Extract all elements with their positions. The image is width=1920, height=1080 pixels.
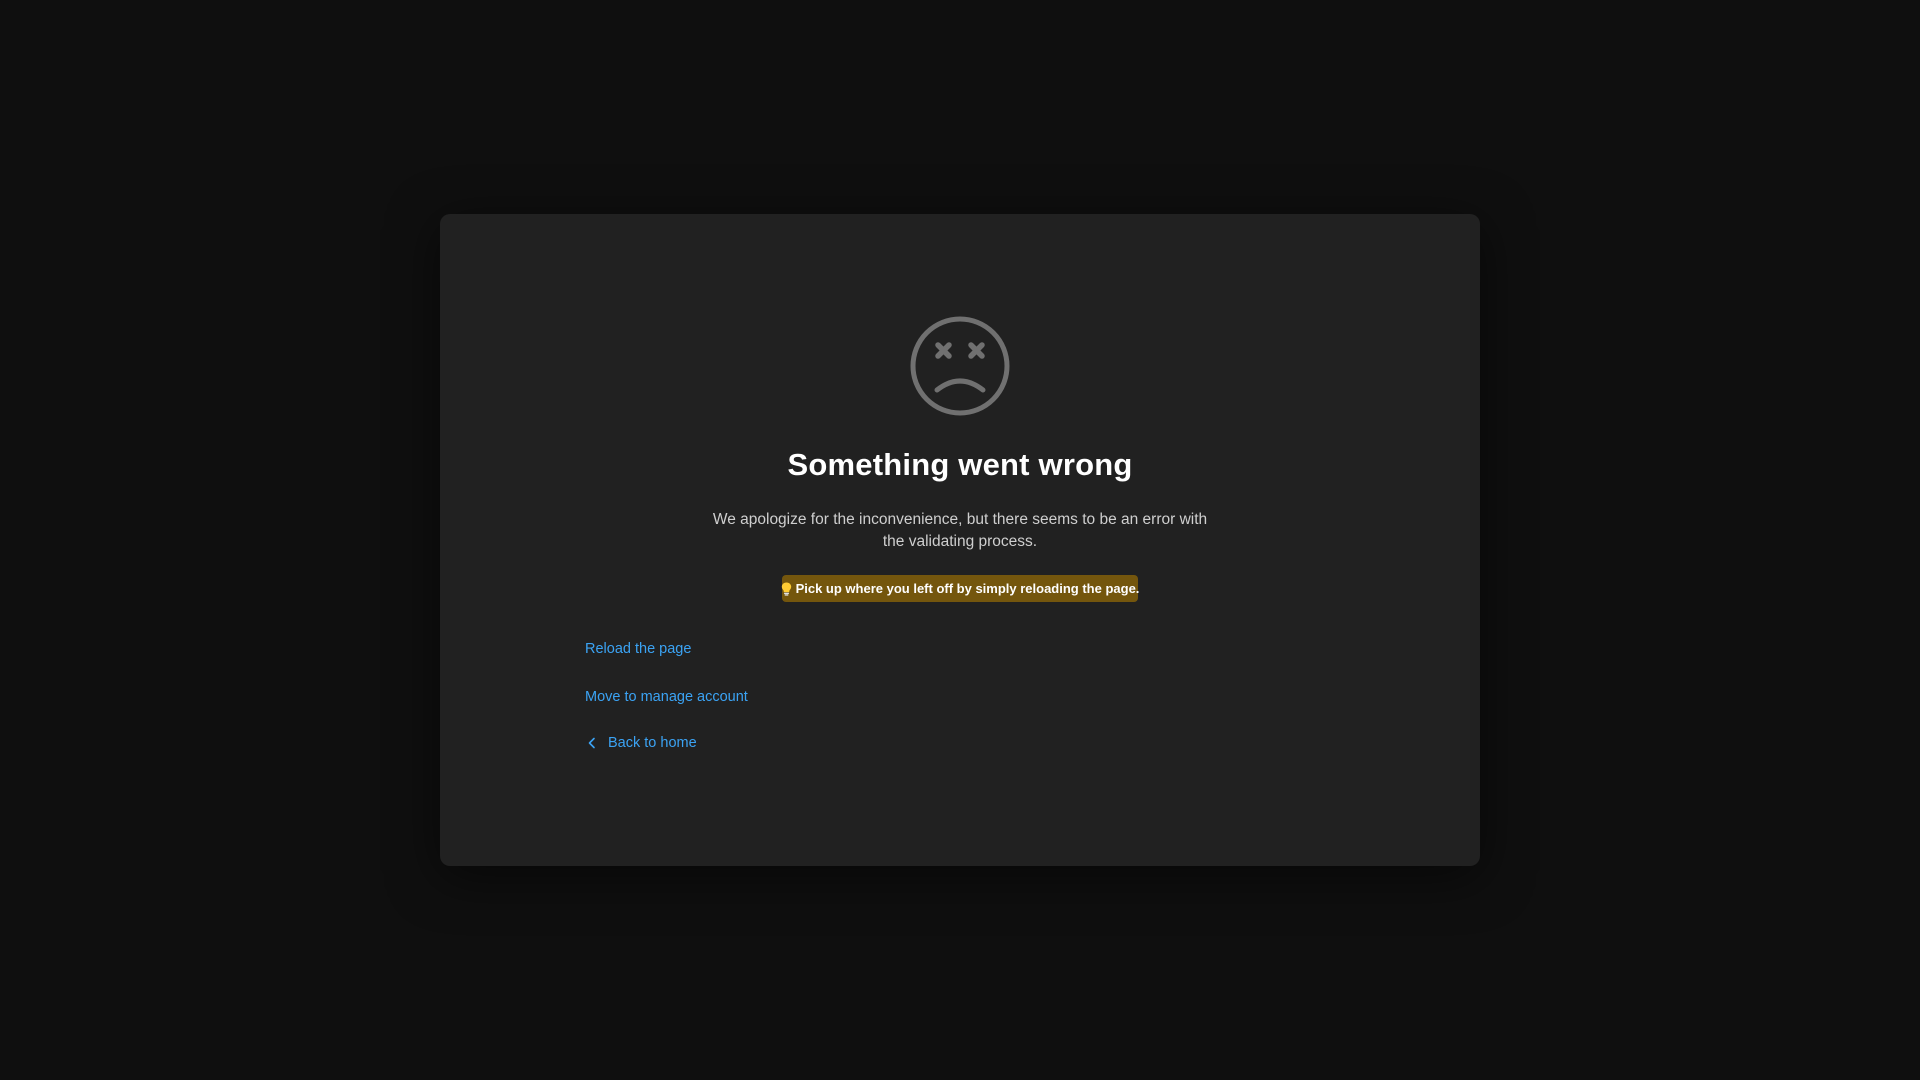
- tip-text: Pick up where you left off by simply rel…: [795, 581, 1140, 596]
- chevron-left-icon: [585, 736, 599, 750]
- back-to-home-link[interactable]: Back to home: [585, 735, 697, 751]
- reload-page-link[interactable]: Reload the page: [585, 641, 691, 657]
- manage-account-link[interactable]: Move to manage account: [585, 689, 748, 705]
- error-card: Something went wrong We apologize for th…: [440, 214, 1480, 866]
- error-description: We apologize for the inconvenience, but …: [712, 511, 1208, 550]
- back-to-home-label: Back to home: [608, 735, 697, 751]
- sad-face-icon: [910, 316, 1010, 416]
- lightbulb-icon: [781, 582, 792, 596]
- tip-badge: Pick up where you left off by simply rel…: [781, 575, 1140, 602]
- error-title: Something went wrong: [787, 447, 1133, 482]
